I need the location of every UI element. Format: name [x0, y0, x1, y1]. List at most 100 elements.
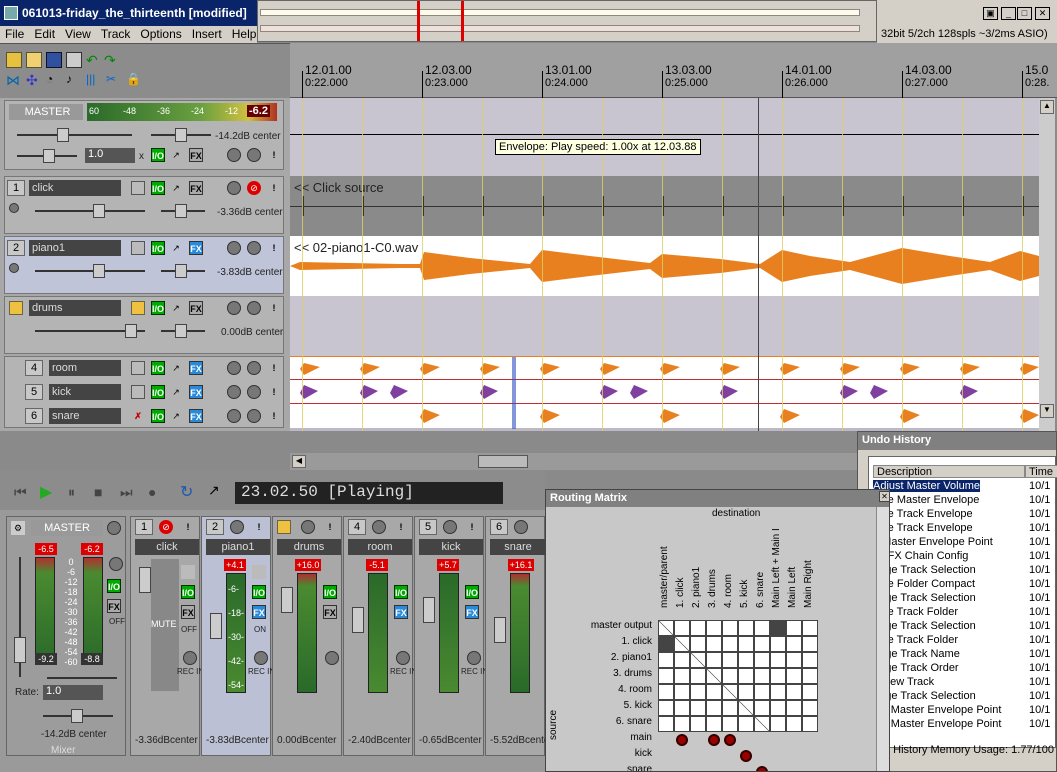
routing-cell[interactable] [706, 684, 722, 700]
volume-thumb[interactable] [93, 204, 105, 218]
master-envelope-lane[interactable] [290, 98, 1039, 176]
routing-cell[interactable] [706, 636, 722, 652]
routing-cell[interactable] [770, 684, 786, 700]
menu-edit[interactable]: Edit [29, 26, 60, 43]
envelope-icon[interactable]: ↗ [169, 181, 183, 195]
record-arm-icon[interactable] [227, 385, 241, 399]
timeline-ruler[interactable]: 12.01.00 0:22.000 12.03.00 0:23.000 13.01.… [290, 43, 1057, 98]
io-button[interactable]: I/O [465, 585, 479, 599]
folder-icon[interactable] [277, 520, 291, 534]
routing-cell[interactable] [786, 684, 802, 700]
solo-icon[interactable]: ! [323, 520, 337, 534]
menu-help[interactable]: Help [227, 26, 262, 43]
mute-icon[interactable] [372, 520, 386, 534]
io-button[interactable]: I/O [151, 409, 165, 423]
routing-cell[interactable] [754, 716, 770, 732]
routing-cell[interactable] [690, 620, 706, 636]
routing-cell[interactable] [786, 652, 802, 668]
mute-icon[interactable] [443, 520, 457, 534]
master-rate-input[interactable]: 1.0 [43, 685, 103, 700]
io-button[interactable]: I/O [151, 385, 165, 399]
menu-view[interactable]: View [60, 26, 96, 43]
routing-cell[interactable] [754, 684, 770, 700]
solo-icon[interactable]: ! [267, 148, 281, 162]
folder-icon[interactable] [131, 361, 145, 375]
fx-button[interactable]: FX [107, 599, 121, 613]
routing-send-dot[interactable] [740, 750, 752, 762]
routing-cell[interactable] [786, 668, 802, 684]
routing-cell[interactable] [690, 652, 706, 668]
stop-icon[interactable]: ■ [94, 484, 102, 500]
routing-cell[interactable] [786, 716, 802, 732]
routing-send-dot[interactable] [708, 734, 720, 746]
routing-cell[interactable] [674, 636, 690, 652]
folder-icon[interactable] [131, 241, 145, 255]
track-name-snare[interactable]: snare [49, 408, 121, 424]
undo-item[interactable]: ust Master Envelope Point [873, 718, 1001, 730]
pause-icon[interactable]: ⏸ [68, 484, 75, 501]
maximize-icon[interactable]: □ [1017, 7, 1032, 20]
lane-piano1[interactable]: << 02-piano1-C0.wav [290, 236, 1039, 296]
envelope-icon[interactable]: ♪ [66, 72, 82, 88]
routing-cell[interactable] [722, 716, 738, 732]
routing-cell[interactable] [802, 620, 818, 636]
track-control-drums[interactable]: drums I/O ↗ FX ! 0.00dB center [4, 296, 284, 354]
scroll-up-icon[interactable]: ▲ [1040, 100, 1054, 114]
mute-icon[interactable] [247, 385, 261, 399]
record-arm-icon[interactable] [227, 409, 241, 423]
envelope-icon[interactable]: ↗ [169, 409, 183, 423]
routing-cell[interactable] [658, 716, 674, 732]
routing-cell[interactable] [722, 684, 738, 700]
routing-cell[interactable] [738, 684, 754, 700]
io-button[interactable]: I/O [394, 585, 408, 599]
fx-button[interactable]: FX [252, 605, 266, 619]
fx-button[interactable]: FX [465, 605, 479, 619]
folder-icon[interactable] [131, 181, 145, 195]
pan-thumb[interactable] [175, 324, 187, 338]
close-icon[interactable]: ✕ [1035, 7, 1050, 20]
solo-icon[interactable]: ! [267, 409, 281, 423]
phase-icon[interactable] [247, 148, 261, 162]
io-button[interactable]: I/O [151, 181, 165, 195]
fx-button[interactable]: FX [189, 385, 203, 399]
fader[interactable] [494, 617, 506, 643]
lane-drum-children[interactable] [290, 356, 1039, 429]
mute-icon[interactable] [514, 520, 528, 534]
split-icon[interactable]: ✂ [106, 72, 122, 88]
record-led[interactable] [9, 263, 19, 273]
go-to-start-icon[interactable]: ⏮ [14, 484, 27, 501]
routing-cell[interactable] [786, 700, 802, 716]
envelope-line[interactable] [290, 134, 1039, 135]
pan-knob[interactable] [325, 651, 339, 665]
folder-icon[interactable] [131, 385, 145, 399]
routing-cell[interactable] [802, 684, 818, 700]
routing-cell[interactable] [738, 620, 754, 636]
routing-cell[interactable] [770, 636, 786, 652]
fx-button[interactable]: FX [323, 605, 337, 619]
volume-thumb[interactable] [125, 324, 137, 338]
routing-cell[interactable] [722, 700, 738, 716]
volume-slider[interactable] [35, 210, 145, 212]
routing-send-dot[interactable] [676, 734, 688, 746]
mono-icon[interactable] [227, 148, 241, 162]
envelope-icon[interactable]: ↗ [169, 301, 183, 315]
folder-icon[interactable] [252, 565, 266, 579]
routing-cell[interactable] [786, 636, 802, 652]
master-volume-thumb[interactable] [57, 128, 69, 142]
envelope-icon[interactable]: ↗ [169, 385, 183, 399]
routing-cell[interactable] [658, 652, 674, 668]
master-track-control[interactable]: MASTER 60 -48 -36 -24 -12 -6.2 -14.2dB c… [4, 100, 284, 170]
master-fader[interactable] [14, 637, 26, 663]
routing-cell[interactable] [658, 636, 674, 652]
routing-scrollbar[interactable] [876, 507, 889, 771]
solo-icon[interactable]: ! [252, 520, 266, 534]
routing-cell[interactable] [690, 668, 706, 684]
open-project-icon[interactable] [26, 52, 42, 68]
routing-cell[interactable] [802, 652, 818, 668]
routing-cell[interactable] [690, 684, 706, 700]
routing-cell[interactable] [738, 668, 754, 684]
fader[interactable] [281, 587, 293, 613]
play-icon[interactable]: ▶ [40, 482, 52, 502]
routing-cell[interactable] [674, 700, 690, 716]
fx-button[interactable]: FX [189, 409, 203, 423]
